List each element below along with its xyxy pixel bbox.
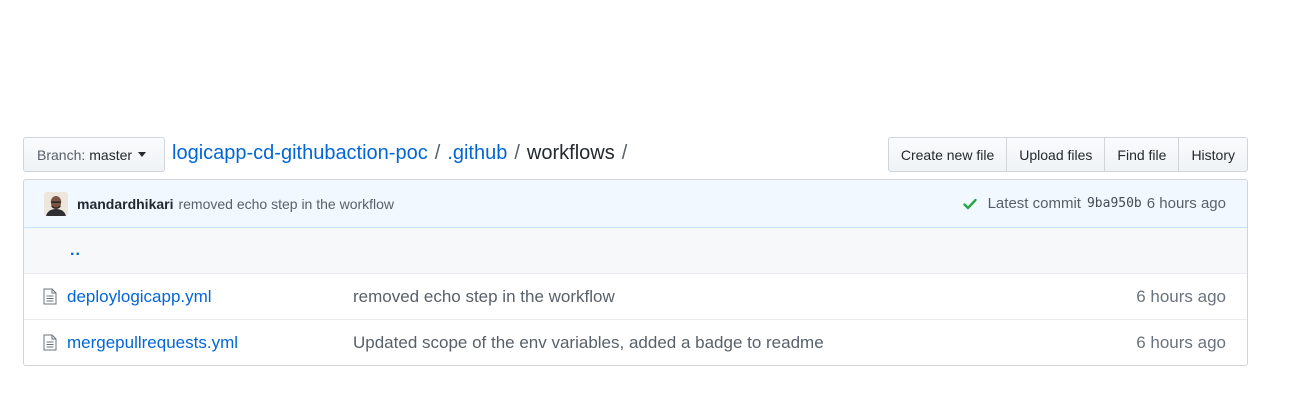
caret-down-icon xyxy=(138,152,147,157)
file-commit-message[interactable]: Updated scope of the env variables, adde… xyxy=(353,333,1136,353)
latest-commit-label: Latest commit xyxy=(987,195,1081,212)
file-actions-group: Create new file Upload files Find file H… xyxy=(887,137,1248,172)
breadcrumb-current: workflows xyxy=(526,142,615,164)
branch-name: master xyxy=(89,146,133,163)
latest-commit-bar: mandardhikari removed echo step in the w… xyxy=(24,180,1247,228)
file-age: 6 hours ago xyxy=(1136,332,1226,352)
branch-select-button[interactable]: Branch: master xyxy=(23,137,165,172)
find-file-button[interactable]: Find file xyxy=(1104,137,1180,172)
breadcrumb-folder-link[interactable]: .github xyxy=(447,142,507,165)
commit-age: 6 hours ago xyxy=(1146,195,1226,212)
breadcrumb-separator: / xyxy=(434,142,441,164)
table-row: mergepullrequests.yml Updated scope of t… xyxy=(24,319,1247,365)
file-commit-message[interactable]: removed echo step in the workflow xyxy=(353,287,1136,307)
history-button[interactable]: History xyxy=(1178,137,1248,172)
commit-meta: Latest commit 9ba950b 6 hours ago xyxy=(962,195,1226,212)
parent-directory-link[interactable]: .. xyxy=(70,242,81,260)
commit-sha[interactable]: 9ba950b xyxy=(1087,196,1142,211)
breadcrumb-repo-link[interactable]: logicapp-cd-githubaction-poc xyxy=(172,142,428,165)
commit-message[interactable]: removed echo step in the workflow xyxy=(178,196,394,212)
avatar[interactable] xyxy=(44,191,68,216)
breadcrumb: logicapp-cd-githubaction-poc / .github /… xyxy=(172,142,634,165)
table-row: deploylogicapp.yml removed echo step in … xyxy=(24,273,1247,319)
file-name-link[interactable]: mergepullrequests.yml xyxy=(67,333,353,353)
file-list: mandardhikari removed echo step in the w… xyxy=(23,179,1248,366)
branch-prefix: Branch: xyxy=(37,146,86,163)
breadcrumb-separator: / xyxy=(621,142,628,164)
upload-files-button[interactable]: Upload files xyxy=(1006,137,1106,172)
file-icon xyxy=(43,334,59,351)
file-age: 6 hours ago xyxy=(1136,286,1226,306)
commit-author[interactable]: mandardhikari xyxy=(77,196,173,212)
create-new-file-button[interactable]: Create new file xyxy=(887,137,1008,172)
file-icon xyxy=(43,288,59,305)
file-navigation: Branch: master logicapp-cd-githubaction-… xyxy=(23,137,1248,172)
file-name-link[interactable]: deploylogicapp.yml xyxy=(67,287,353,307)
check-icon xyxy=(962,196,978,212)
parent-directory-row: .. xyxy=(24,228,1247,273)
breadcrumb-separator: / xyxy=(514,142,520,164)
